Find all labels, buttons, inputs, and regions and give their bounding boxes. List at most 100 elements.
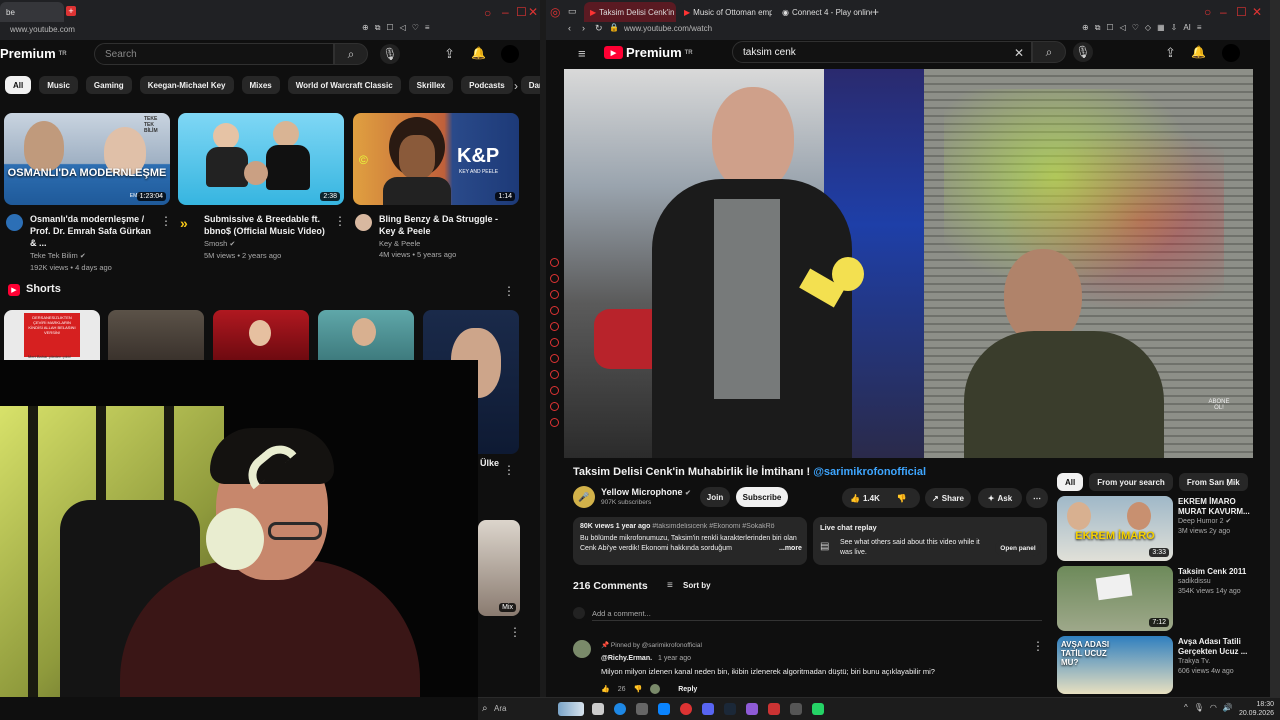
upload-icon[interactable]: ⇪	[1165, 45, 1176, 61]
chevron-right-icon[interactable]: ›	[1227, 476, 1231, 490]
search-icon[interactable]: ⌕	[482, 703, 488, 714]
steam-icon[interactable]	[724, 703, 736, 715]
video-thumbnail[interactable]: K&P KEY AND PEELE © 1:14	[353, 113, 519, 205]
description-more[interactable]: ...more	[777, 545, 802, 552]
app-icon[interactable]	[768, 703, 780, 715]
share-button[interactable]: ↗ Share	[925, 488, 971, 508]
more-actions-button[interactable]: ⋯	[1026, 488, 1048, 508]
chip[interactable]: Keegan-Michael Key	[139, 76, 234, 94]
new-tab-icon[interactable]: +	[66, 6, 76, 16]
back-icon[interactable]: ‹	[568, 23, 571, 33]
sidebar-icon[interactable]	[550, 306, 559, 315]
settings-icon[interactable]: ○	[1204, 5, 1211, 19]
sidebar-icon[interactable]	[550, 258, 559, 267]
channel-name[interactable]: Teke Tek Bilim	[30, 251, 78, 260]
menu-icon[interactable]: ≡	[1197, 23, 1202, 33]
address-bar[interactable]: www.youtube.com	[10, 21, 310, 37]
channel-logo-icon[interactable]: »	[180, 215, 188, 231]
youtube-logo[interactable]: ▶ Premium TR	[604, 45, 693, 60]
download-icon[interactable]: ⇩	[1171, 23, 1178, 33]
more-options-icon[interactable]: ⋮	[509, 625, 521, 639]
channel-name[interactable]: Key & Peele	[379, 238, 509, 249]
search-input[interactable]: taksim cenk	[732, 41, 1032, 63]
youtube-logo[interactable]: Premium TR	[0, 46, 67, 61]
app-icon[interactable]	[636, 703, 648, 715]
translate-icon[interactable]: ⧉	[1095, 23, 1101, 33]
more-options-icon[interactable]: ⋮	[160, 214, 172, 228]
close-icon[interactable]: ○	[484, 6, 491, 20]
sidebar-icon[interactable]	[550, 290, 559, 299]
extensions-icon[interactable]: ▦	[1157, 23, 1165, 33]
sidebar-icon[interactable]	[550, 418, 559, 427]
suggestion-title[interactable]: EKREM İMARO MURAT KAVURM...	[1178, 497, 1260, 517]
snapshot-icon[interactable]: ◇	[1145, 23, 1151, 33]
chip[interactable]: Mixes	[241, 76, 280, 94]
video-title[interactable]: Bling Benzy & Da Struggle - Key & Peele	[379, 213, 509, 237]
mic-icon[interactable]: 🎙	[1194, 703, 1204, 712]
sidebar-icon[interactable]	[550, 370, 559, 379]
mix-thumbnail[interactable]: Mix	[478, 520, 520, 616]
sidebar-icon[interactable]	[550, 338, 559, 347]
sort-by-button[interactable]: Sort by	[683, 581, 711, 590]
mic-icon[interactable]: 🎙	[380, 44, 400, 64]
suggestion-thumbnail[interactable]: 7:12	[1057, 566, 1173, 631]
left-active-tab[interactable]: be	[0, 2, 64, 22]
subscribe-button[interactable]: Subscribe	[736, 487, 788, 507]
short-thumbnail[interactable]	[318, 310, 414, 360]
mail-icon[interactable]	[658, 703, 670, 715]
like-icon[interactable]: 👍	[601, 685, 610, 693]
video-player[interactable]: ABONE OL!	[564, 69, 1253, 458]
dislike-icon[interactable]: 👎	[634, 685, 643, 693]
video-title-link[interactable]: @sarimikrofonofficial	[813, 466, 926, 478]
search-input[interactable]: Search	[94, 43, 334, 65]
tab[interactable]: ▶Music of Ottoman empire	[678, 2, 772, 22]
file-explorer-icon[interactable]	[592, 703, 604, 715]
ask-button[interactable]: ✦ Ask	[978, 488, 1022, 508]
add-comment-input[interactable]: Add a comment...	[592, 609, 1042, 621]
short-thumbnail[interactable]: DERSANESIZLIKTEN ÇEVİRİ MARKLARIN KİNDİS…	[4, 310, 100, 360]
discord-icon[interactable]	[702, 703, 714, 715]
tray-chevron-icon[interactable]: ^	[1184, 703, 1188, 712]
more-options-icon[interactable]: ⋮	[334, 214, 346, 228]
dislike-icon[interactable]: 👎	[897, 494, 907, 503]
window-close-icon[interactable]: ✕	[1252, 5, 1262, 19]
minimize-icon[interactable]: –	[502, 5, 509, 19]
clear-search-icon[interactable]: ✕	[1014, 46, 1024, 60]
more-options-icon[interactable]: ⋮	[503, 463, 515, 477]
chip[interactable]: All	[5, 76, 32, 94]
partial-video-title[interactable]: Ülke	[480, 458, 499, 468]
sidebar-toggle-icon[interactable]: ▭	[568, 6, 577, 17]
chip[interactable]: From Sarı Mik	[1178, 473, 1248, 491]
bookmark-icon[interactable]: ☐	[386, 23, 393, 33]
more-options-icon[interactable]: ⋮	[503, 284, 515, 298]
chip[interactable]: Podcasts	[461, 76, 513, 94]
suggestion-channel[interactable]: Deep Humor 2	[1178, 518, 1224, 525]
share-icon[interactable]: ◁	[400, 23, 406, 33]
suggestion-thumbnail[interactable]: AVŞA ADASI TATİL UCUZ MU?	[1057, 636, 1173, 694]
bookmark-icon[interactable]: ☐	[1106, 23, 1113, 33]
app-icon[interactable]	[746, 703, 758, 715]
account-avatar[interactable]	[1222, 44, 1240, 62]
taskbar-search[interactable]: Ara	[494, 704, 506, 713]
tab[interactable]: ◉Connect 4 - Play online ga	[776, 2, 872, 22]
search-button[interactable]: ⌕	[1032, 41, 1066, 63]
suggestion-channel[interactable]: Trakya Tv.	[1178, 657, 1260, 667]
upload-icon[interactable]: ⇪	[444, 46, 455, 62]
short-thumbnail[interactable]	[213, 310, 309, 360]
suggestion-thumbnail[interactable]: EKREM İMARO 3:33	[1057, 496, 1173, 561]
suggestion-title[interactable]: Avşa Adası Tatili Gerçekten Ucuz ...	[1178, 637, 1260, 657]
like-icon[interactable]: 👍	[850, 494, 860, 503]
sidebar-icon[interactable]	[550, 386, 559, 395]
search-button[interactable]: ⌕	[334, 43, 368, 65]
favorite-icon[interactable]: ♡	[412, 23, 419, 33]
channel-name[interactable]: Smosh	[204, 239, 227, 248]
zoom-icon[interactable]: ⊕	[362, 23, 369, 33]
join-button[interactable]: Join	[700, 487, 730, 507]
hamburger-menu-icon[interactable]: ≡	[578, 46, 586, 61]
video-title[interactable]: Osmanlı'da modernleşme / Prof. Dr. Emrah…	[30, 213, 160, 249]
opera-gx-icon[interactable]	[680, 703, 692, 715]
minimize-icon[interactable]: –	[1220, 5, 1227, 19]
wifi-icon[interactable]: ◠	[1210, 703, 1217, 712]
chip[interactable]: From your search	[1089, 473, 1173, 491]
description-tags[interactable]: #taksimdelisicenk #Ekonomi #SokakRö	[652, 523, 774, 530]
